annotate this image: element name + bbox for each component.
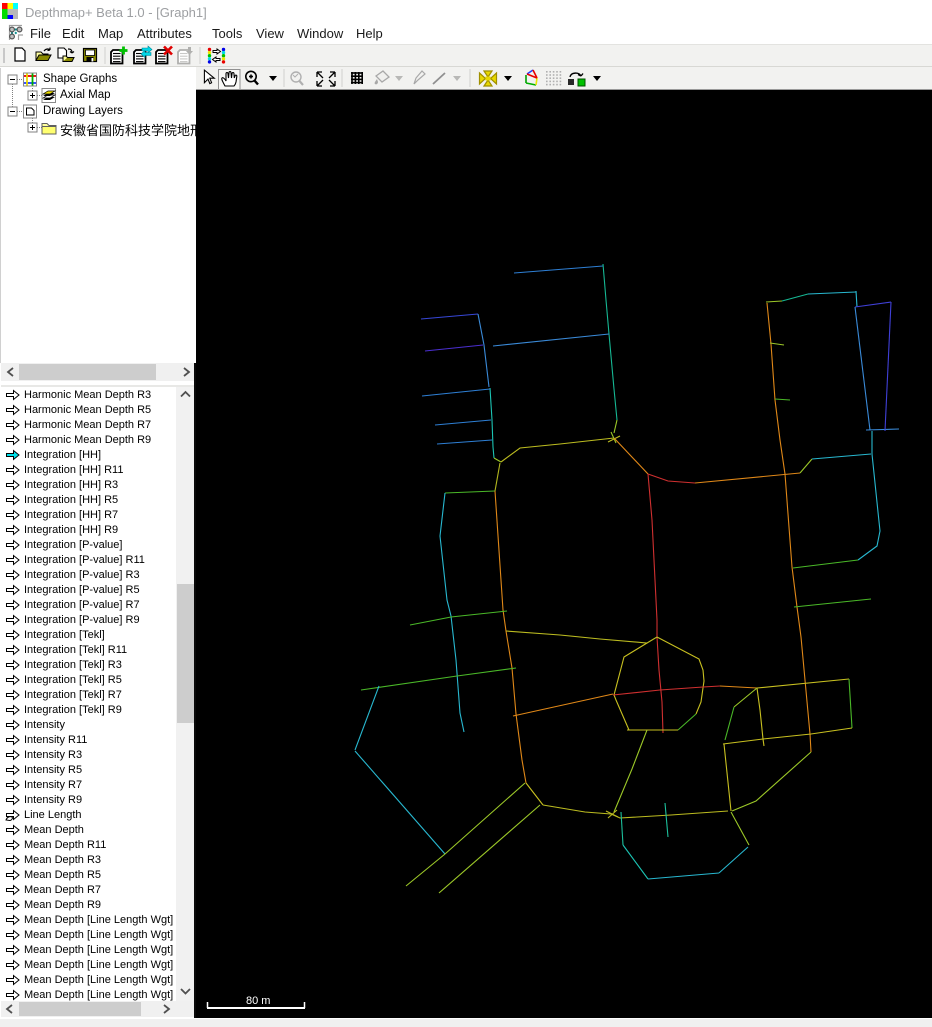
svg-text:80 m: 80 m <box>246 995 270 1007</box>
